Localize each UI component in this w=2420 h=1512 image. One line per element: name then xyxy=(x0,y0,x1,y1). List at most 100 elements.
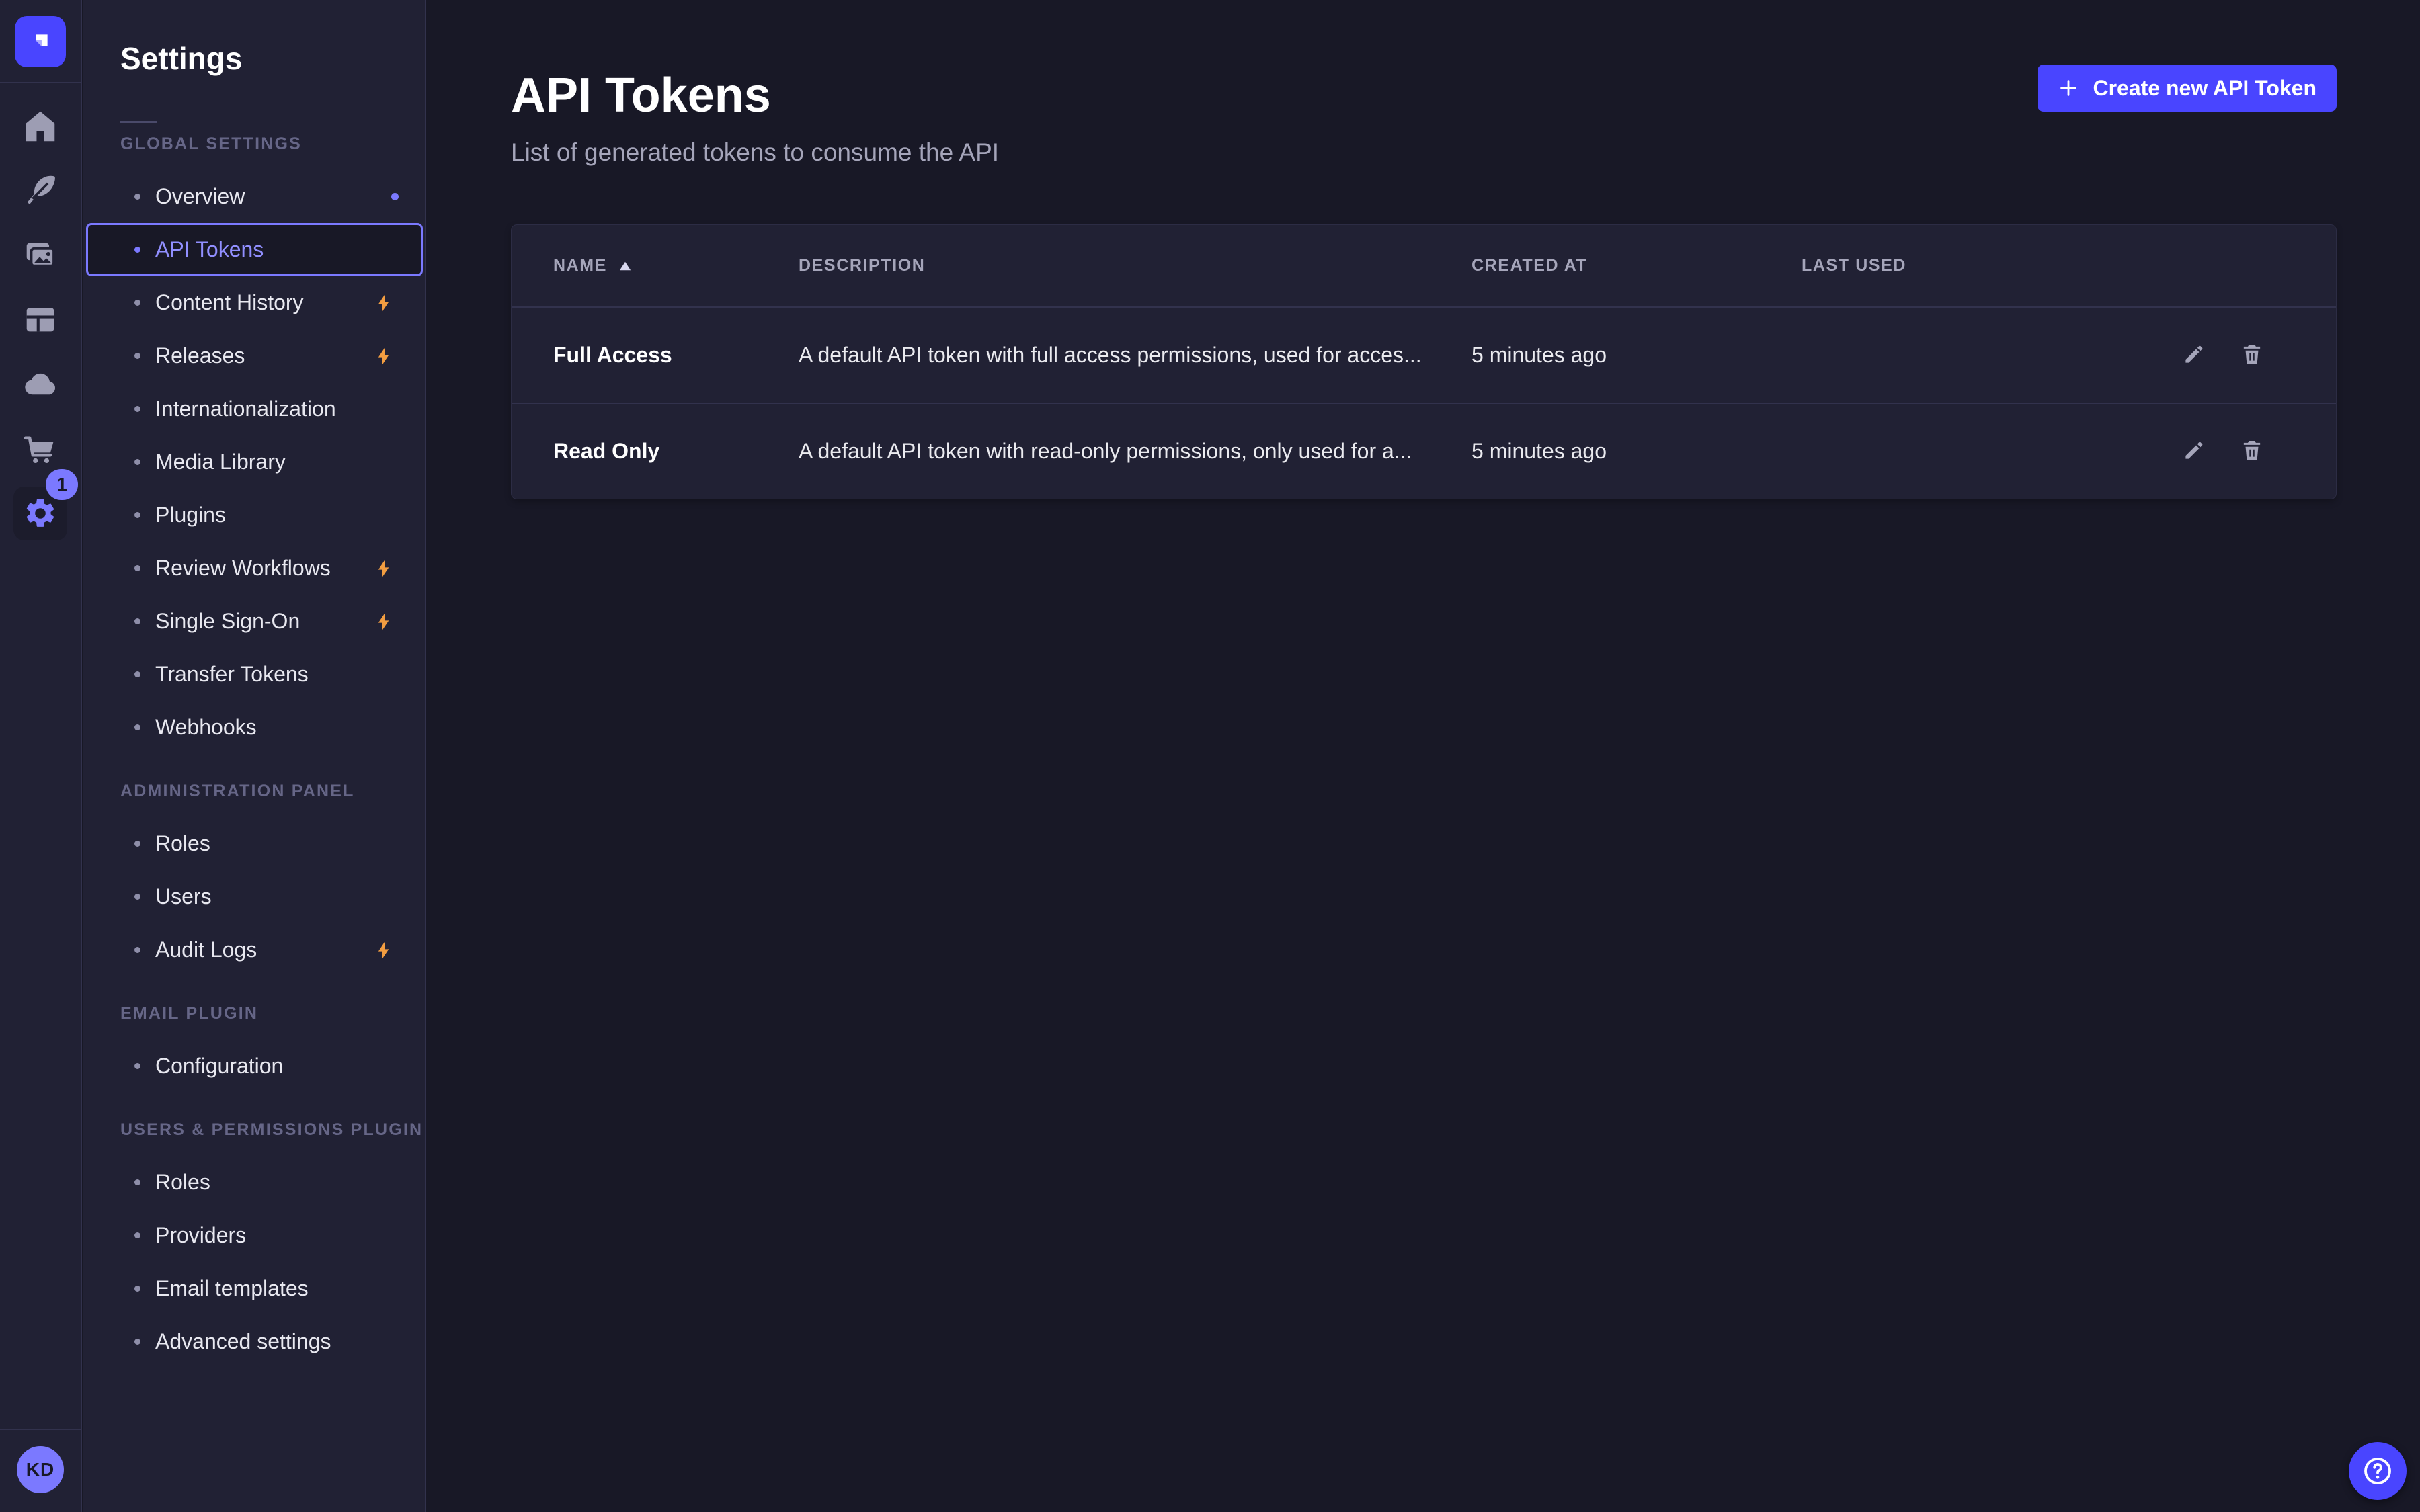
token-created-at: 5 minutes ago xyxy=(1471,439,1802,464)
question-icon xyxy=(2362,1455,2394,1487)
lightning-icon xyxy=(373,292,395,314)
app-logo[interactable] xyxy=(15,16,66,67)
sidebar-item-label: Configuration xyxy=(155,1054,283,1079)
help-button[interactable] xyxy=(2349,1442,2407,1500)
sidebar-section-header: USERS & PERMISSIONS PLUGIN xyxy=(83,1120,425,1140)
row-actions xyxy=(2152,437,2336,466)
table-row-read-only[interactable]: Read OnlyA default API token with read-o… xyxy=(512,403,2336,499)
sidebar-item-webhooks[interactable]: Webhooks xyxy=(83,701,423,754)
rail-item-settings[interactable]: 1 xyxy=(0,481,81,546)
column-header-last-used: LAST USED xyxy=(1802,256,2152,276)
pencil-icon xyxy=(2182,342,2206,368)
sidebar-title: Settings xyxy=(83,0,425,78)
bullet-dot xyxy=(134,947,140,953)
column-header-name[interactable]: NAME xyxy=(512,256,799,276)
sidebar-item-audit-logs[interactable]: Audit Logs xyxy=(83,923,423,976)
sidebar-item-label: Content History xyxy=(155,290,304,315)
trash-icon xyxy=(2240,342,2264,368)
bullet-dot xyxy=(134,194,140,200)
sidebar-item-label: Internationalization xyxy=(155,396,336,421)
sidebar-item-overview[interactable]: Overview xyxy=(83,170,423,223)
settings-active-tile: 1 xyxy=(13,487,67,540)
sidebar-section-items: Overview API Tokens Content History Release… xyxy=(83,170,425,754)
sidebar-item-roles[interactable]: Roles xyxy=(83,1156,423,1209)
bullet-dot xyxy=(134,1286,140,1292)
delete-token-button[interactable] xyxy=(2238,341,2266,370)
sidebar-section-administration-panel: ADMINISTRATION PANEL Roles Users Audit Logs xyxy=(83,781,425,976)
sidebar-item-label: Providers xyxy=(155,1223,246,1248)
bullet-dot xyxy=(134,671,140,677)
sidebar-item-label: Roles xyxy=(155,831,210,856)
sidebar-item-transfer-tokens[interactable]: Transfer Tokens xyxy=(83,648,423,701)
sidebar-section-items: Configuration xyxy=(83,1040,425,1093)
main-content: API Tokens List of generated tokens to c… xyxy=(428,0,2420,1512)
token-created-at: 5 minutes ago xyxy=(1471,343,1802,368)
feather-icon xyxy=(21,171,60,210)
gear-icon xyxy=(23,496,58,531)
lightning-icon xyxy=(373,557,395,580)
rail-item-home[interactable] xyxy=(0,94,81,159)
rail-item-content-type-builder[interactable] xyxy=(0,288,81,352)
plus-icon xyxy=(2058,77,2079,99)
home-icon xyxy=(21,107,60,146)
edit-token-button[interactable] xyxy=(2180,341,2208,370)
layout-icon xyxy=(21,300,60,339)
sidebar-section-global-settings: GLOBAL SETTINGS Overview API Tokens Content… xyxy=(83,134,425,754)
sidebar-item-label: API Tokens xyxy=(155,237,264,262)
photos-icon xyxy=(21,236,60,275)
sidebar-item-api-tokens[interactable]: API Tokens xyxy=(86,223,423,276)
sidebar-item-releases[interactable]: Releases xyxy=(83,329,423,382)
sidebar-section-items: Roles Providers Email templates Advanced se… xyxy=(83,1156,425,1368)
create-api-token-label: Create new API Token xyxy=(2093,76,2316,101)
lightning-icon xyxy=(373,345,395,368)
bullet-dot xyxy=(134,353,140,359)
token-name: Read Only xyxy=(512,439,799,464)
sidebar-section-header: ADMINISTRATION PANEL xyxy=(83,781,425,801)
sidebar-item-label: Advanced settings xyxy=(155,1329,331,1354)
sidebar-item-advanced-settings[interactable]: Advanced settings xyxy=(83,1315,423,1368)
column-label: NAME xyxy=(553,256,607,276)
sidebar-item-label: Overview xyxy=(155,184,245,209)
row-actions xyxy=(2152,341,2336,370)
rail-divider xyxy=(0,82,81,83)
sidebar-item-content-history[interactable]: Content History xyxy=(83,276,423,329)
token-description: A default API token with full access per… xyxy=(799,343,1471,368)
user-avatar[interactable]: KD xyxy=(17,1446,64,1493)
sidebar-item-label: Single Sign-On xyxy=(155,609,300,634)
rail-item-content-manager[interactable] xyxy=(0,159,81,223)
bullet-dot xyxy=(134,724,140,730)
page-subtitle: List of generated tokens to consume the … xyxy=(511,138,2337,167)
table-header-row: NAME DESCRIPTION CREATED AT LAST USED xyxy=(512,225,2336,306)
sidebar-item-internationalization[interactable]: Internationalization xyxy=(83,382,423,435)
delete-token-button[interactable] xyxy=(2238,437,2266,466)
sidebar-item-users[interactable]: Users xyxy=(83,870,423,923)
sidebar-item-media-library[interactable]: Media Library xyxy=(83,435,423,489)
sidebar-item-label: Plugins xyxy=(155,503,226,528)
pencil-icon xyxy=(2182,438,2206,464)
sidebar-item-review-workflows[interactable]: Review Workflows xyxy=(83,542,423,595)
bullet-dot xyxy=(134,1232,140,1238)
rail-item-media[interactable] xyxy=(0,223,81,288)
table-row-full-access[interactable]: Full AccessA default API token with full… xyxy=(512,306,2336,403)
sidebar-item-email-templates[interactable]: Email templates xyxy=(83,1262,423,1315)
token-name: Full Access xyxy=(512,343,799,368)
sidebar-title-divider xyxy=(120,121,157,123)
page-header: API Tokens List of generated tokens to c… xyxy=(428,0,2420,167)
edit-token-button[interactable] xyxy=(2180,437,2208,466)
sidebar-item-label: Audit Logs xyxy=(155,937,257,962)
sidebar-item-configuration[interactable]: Configuration xyxy=(83,1040,423,1093)
rail-item-deployments[interactable] xyxy=(0,352,81,417)
sidebar-item-label: Transfer Tokens xyxy=(155,662,309,687)
sidebar-item-roles[interactable]: Roles xyxy=(83,817,423,870)
lightning-icon xyxy=(373,939,395,962)
sidebar-section-header: GLOBAL SETTINGS xyxy=(83,134,425,154)
sort-asc-icon xyxy=(618,260,633,272)
sidebar-item-plugins[interactable]: Plugins xyxy=(83,489,423,542)
sidebar-item-providers[interactable]: Providers xyxy=(83,1209,423,1262)
bullet-dot xyxy=(134,1063,140,1069)
create-api-token-button[interactable]: Create new API Token xyxy=(2038,65,2337,112)
column-label: DESCRIPTION xyxy=(799,256,925,276)
sidebar-section-header: EMAIL PLUGIN xyxy=(83,1003,425,1023)
sidebar-sections: GLOBAL SETTINGS Overview API Tokens Content… xyxy=(83,134,425,1368)
sidebar-item-single-sign-on[interactable]: Single Sign-On xyxy=(83,595,423,648)
